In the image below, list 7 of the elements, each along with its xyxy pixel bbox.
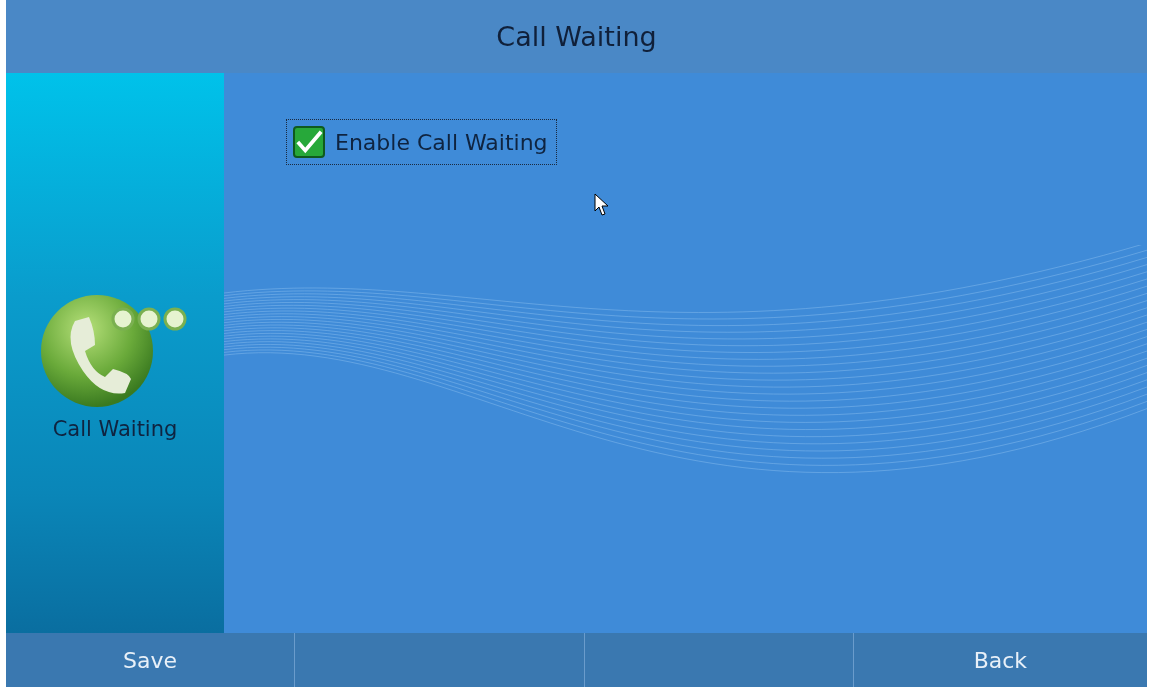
mouse-pointer-icon bbox=[594, 193, 610, 217]
checkbox-option[interactable]: Enable Call Waiting bbox=[286, 119, 557, 165]
check-icon bbox=[295, 129, 323, 155]
window-title: Call Waiting bbox=[496, 21, 657, 52]
sidebar-label: Call Waiting bbox=[52, 417, 178, 441]
checkbox[interactable] bbox=[293, 126, 325, 158]
option-label: Enable Call Waiting bbox=[335, 129, 548, 155]
